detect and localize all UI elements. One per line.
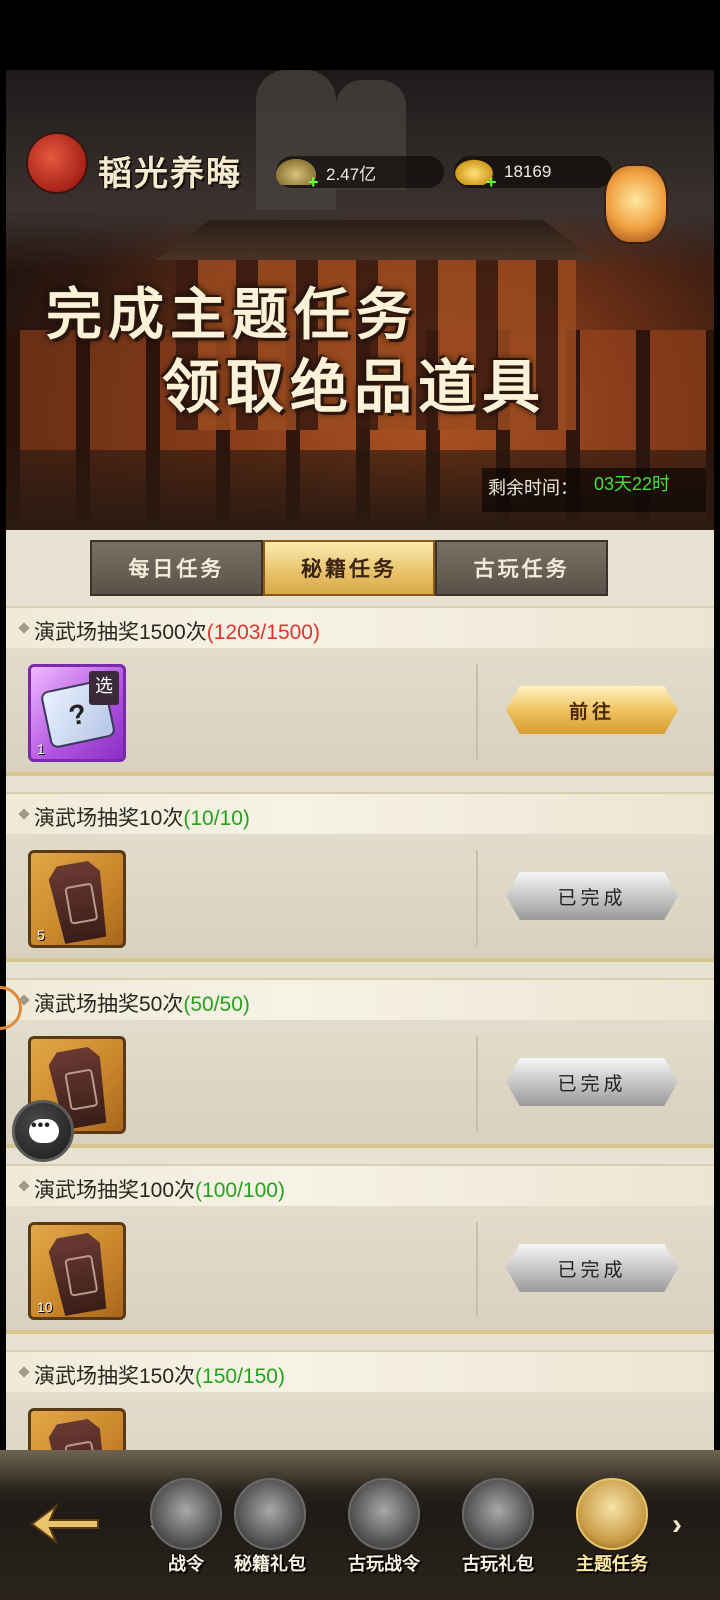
task-progress: (1203/1500) [206, 621, 320, 644]
task-progress: (50/50) [183, 993, 250, 1016]
nav-item-theme-task[interactable]: 主题任务 [556, 1478, 668, 1590]
scroll-right-arrow[interactable]: › [672, 1508, 682, 1542]
task-header: 演武场抽奖1500次(1203/1500) [6, 606, 714, 648]
remaining-time: 剩余时间： 03天22时 [482, 468, 706, 512]
task-header: 演武场抽奖10次(10/10) [6, 792, 714, 834]
token-icon [150, 1478, 222, 1550]
task-title: 演武场抽奖10次(10/10) [34, 807, 250, 830]
nav-item-antique-pass[interactable]: 古玩战令 [328, 1478, 440, 1590]
task-body: 已完成 [6, 1020, 714, 1148]
select-tag: 选 [89, 671, 119, 705]
nav-item-label: 秘籍礼包 [234, 1554, 306, 1575]
diamond-icon [18, 808, 30, 820]
task-tabs: 每日任务 秘籍任务 古玩任务 [90, 540, 609, 596]
chat-button[interactable]: ••• [12, 1100, 74, 1162]
diamond-icon [18, 622, 30, 634]
task-header: 演武场抽奖50次(50/50) [6, 978, 714, 1020]
task-header: 演武场抽奖150次(150/150) [6, 1350, 714, 1392]
task-row: 演武场抽奖10次(10/10) 5 已完成 [6, 792, 714, 972]
mountain-shape [256, 70, 336, 210]
task-progress: (100/100) [195, 1179, 285, 1202]
gold-counter[interactable]: + 18169 [454, 156, 612, 191]
tab-secret-tasks[interactable]: 秘籍任务 [262, 540, 436, 596]
reward-item[interactable]: 10 [28, 1222, 126, 1320]
nav-item-label: 古玩礼包 [462, 1554, 534, 1575]
task-title: 演武场抽奖150次(150/150) [34, 1365, 285, 1388]
vase-icon [348, 1478, 420, 1550]
divider [476, 664, 478, 760]
divider [476, 850, 478, 946]
bottom-nav: ‹ 战令 秘籍礼包 古玩战令 古玩礼包 主题任务 › [0, 1450, 720, 1600]
completed-button[interactable]: 已完成 [506, 1244, 678, 1292]
task-progress: (150/150) [195, 1365, 285, 1388]
coin-counter[interactable]: + 2.47亿 [276, 156, 444, 191]
hanging-lantern-icon [604, 164, 668, 244]
reward-count: 5 [37, 927, 45, 943]
timer-value: 03天22时 [594, 474, 671, 494]
back-arrow-icon [30, 1502, 99, 1546]
reward-item[interactable]: ? 选 1 [28, 664, 126, 762]
tab-daily-tasks[interactable]: 每日任务 [90, 540, 263, 596]
reward-count: 10 [37, 1299, 53, 1315]
coin-amount: 2.47亿 [326, 164, 377, 184]
lantern-icon [26, 132, 88, 194]
banner-headline-1: 完成主题任务 [46, 282, 418, 348]
completed-button[interactable]: 已完成 [506, 1058, 678, 1106]
task-row: 演武场抽奖1500次(1203/1500) ? 选 1 前往 [6, 606, 714, 786]
reward-count: 1 [37, 741, 45, 757]
chest-icon [234, 1478, 306, 1550]
back-button[interactable] [28, 1502, 102, 1546]
go-button[interactable]: 前往 [506, 686, 678, 734]
task-header: 演武场抽奖100次(100/100) [6, 1164, 714, 1206]
timer-label: 剩余时间： [488, 478, 578, 498]
event-panel: 韬光养晦 + 2.47亿 + 18169 完成主题任务 领取绝品道具 剩余时间：… [6, 70, 714, 1600]
nav-item-label: 主题任务 [576, 1554, 648, 1575]
task-row: 演武场抽奖100次(100/100) 10 已完成 [6, 1164, 714, 1344]
coin-icon: + [276, 159, 319, 191]
task-body: ? 选 1 前往 [6, 648, 714, 776]
temple-roof [156, 220, 596, 260]
plus-icon[interactable]: + [486, 173, 500, 191]
chest-icon [462, 1478, 534, 1550]
task-row: 演武场抽奖50次(50/50) 已完成 [6, 978, 714, 1158]
event-banner: 韬光养晦 + 2.47亿 + 18169 完成主题任务 领取绝品道具 剩余时间：… [6, 70, 714, 530]
status-bar [0, 0, 720, 70]
tab-antique-tasks[interactable]: 古玩任务 [435, 540, 609, 596]
diamond-icon [18, 1366, 30, 1378]
reward-item[interactable]: 5 [28, 850, 126, 948]
token-icon [47, 1231, 112, 1317]
gold-ingot-icon: + [454, 159, 497, 191]
token-icon [47, 859, 112, 945]
chat-dots-icon: ••• [31, 1117, 51, 1134]
task-body: 5 已完成 [6, 834, 714, 962]
nav-item-antique-gift[interactable]: 古玩礼包 [442, 1478, 554, 1590]
completed-button[interactable]: 已完成 [506, 872, 678, 920]
nav-item-secret-gift[interactable]: 秘籍礼包 [214, 1478, 326, 1590]
banner-headline-2: 领取绝品道具 [162, 353, 547, 421]
gold-amount: 18169 [504, 162, 552, 181]
diamond-icon [18, 1180, 30, 1192]
task-title: 演武场抽奖1500次(1203/1500) [34, 621, 320, 644]
divider [476, 1036, 478, 1132]
task-body: 10 已完成 [6, 1206, 714, 1334]
task-progress: (10/10) [183, 807, 250, 830]
divider [476, 1222, 478, 1318]
task-title: 演武场抽奖100次(100/100) [34, 1179, 285, 1202]
nav-item-label: 古玩战令 [348, 1554, 420, 1575]
task-title: 演武场抽奖50次(50/50) [34, 993, 250, 1016]
player-name: 韬光养晦 [98, 154, 242, 194]
plus-icon[interactable]: + [308, 173, 322, 191]
scroll-icon [576, 1478, 648, 1550]
